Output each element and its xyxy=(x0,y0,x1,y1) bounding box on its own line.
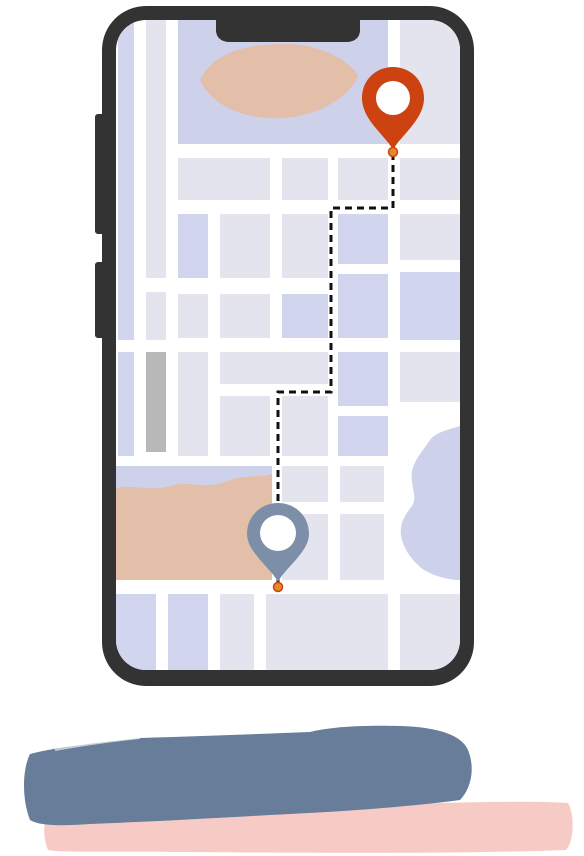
phone-notch xyxy=(216,14,360,42)
map-block xyxy=(338,214,388,264)
map-block xyxy=(178,294,208,338)
map-block xyxy=(282,158,328,200)
map-block xyxy=(118,20,134,340)
phone-map-illustration xyxy=(24,6,573,853)
map-block xyxy=(400,352,460,402)
map-block xyxy=(400,214,460,260)
map-block xyxy=(400,158,460,200)
map-block xyxy=(400,594,460,670)
map-road xyxy=(146,352,166,452)
map-block xyxy=(146,292,166,340)
map-block xyxy=(340,466,384,502)
map-block xyxy=(178,158,270,200)
map-block xyxy=(338,352,388,406)
map-block xyxy=(338,158,388,200)
phone-screen-map xyxy=(116,20,460,670)
map-block xyxy=(220,294,270,338)
map-block xyxy=(282,294,328,338)
map-block xyxy=(178,214,208,278)
map-block xyxy=(178,352,208,456)
map-block xyxy=(282,396,328,456)
map-block xyxy=(118,352,134,456)
map-block xyxy=(338,274,388,338)
map-block xyxy=(282,466,328,502)
map-block xyxy=(146,20,166,278)
map-block xyxy=(338,416,388,456)
map-block xyxy=(220,396,270,456)
brush-strokes xyxy=(24,725,573,853)
map-block xyxy=(282,214,328,278)
map-block xyxy=(220,352,328,384)
map-block xyxy=(220,214,270,278)
map-block xyxy=(340,514,384,580)
map-block xyxy=(400,272,460,340)
map-block xyxy=(266,594,388,670)
map-block xyxy=(168,594,208,670)
map-block xyxy=(220,594,254,670)
